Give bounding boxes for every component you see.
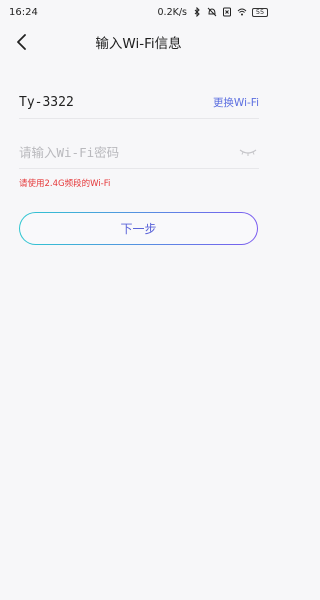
status-icons: 0.2K/s 55 (157, 6, 268, 18)
battery-icon: 55 (252, 7, 268, 17)
password-row (19, 136, 259, 169)
status-bar: 16:24 0.2K/s 55 (0, 0, 277, 24)
next-step-button[interactable]: 下一步 (19, 212, 258, 245)
change-wifi-link[interactable]: 更换Wi-Fi (213, 95, 259, 110)
app-header: 输入Wi-Fi信息 (0, 26, 277, 58)
status-time: 16:24 (9, 6, 38, 18)
back-button[interactable] (10, 30, 34, 54)
wifi-ssid-row: Ty-3322 更换Wi-Fi (19, 86, 259, 119)
wifi-ssid: Ty-3322 (19, 94, 74, 110)
eye-closed-icon[interactable] (237, 145, 259, 159)
frequency-hint: 请使用2.4G频段的Wi-Fi (19, 179, 111, 189)
page-title: 输入Wi-Fi信息 (95, 36, 182, 52)
alarm-mute-icon (207, 7, 217, 17)
bluetooth-icon (194, 7, 200, 17)
wifi-icon (237, 8, 247, 16)
wifi-password-input[interactable] (19, 144, 209, 160)
network-speed: 0.2K/s (157, 6, 188, 18)
sim-off-icon (223, 7, 231, 17)
chevron-left-icon (17, 34, 26, 50)
